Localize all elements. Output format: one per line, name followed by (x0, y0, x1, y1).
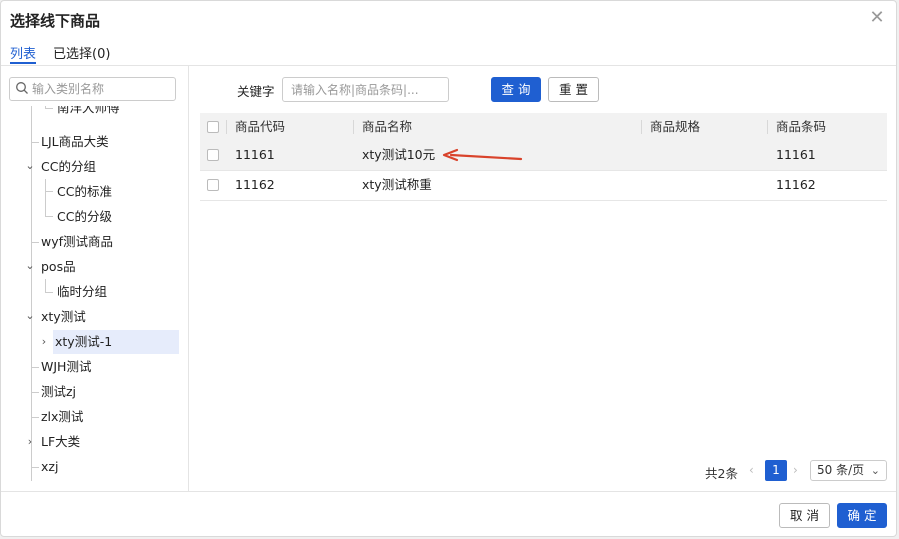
tree-guide-line (45, 108, 53, 109)
table-header: 商品代码 商品名称 商品规格 商品条码 (200, 113, 887, 141)
tree-node-cc-group[interactable]: CC的分组 (41, 155, 96, 179)
tree-guide-line (31, 467, 39, 468)
select-offline-goods-dialog: 选择线下商品 ✕ 列表 已选择(0) 输入类别名称 南洋大师傅 LJL商品大类 … (0, 0, 897, 537)
tree-node-zj[interactable]: 测试zj (41, 380, 76, 404)
row-checkbox[interactable] (207, 179, 219, 191)
tree-node-wjh[interactable]: WJH测试 (41, 355, 91, 379)
tree-node-temp-group[interactable]: 临时分组 (57, 280, 107, 304)
tree-node-xty-1-label: xty测试-1 (55, 334, 113, 349)
tab-list[interactable]: 列表 (10, 43, 37, 64)
tree-node-nanyang[interactable]: 南洋大师傅 (57, 106, 120, 120)
tree-node-xty-1[interactable]: xty测试-1 (53, 330, 179, 354)
column-divider (641, 120, 642, 134)
cell-barcode: 11162 (776, 177, 816, 192)
chevron-down-icon: ⌄ (870, 464, 880, 477)
search-button[interactable]: 查 询 (491, 77, 541, 102)
header-spec: 商品规格 (650, 119, 701, 134)
goods-table: 商品代码 商品名称 商品规格 商品条码 11161 xty测试10元 11161… (200, 113, 887, 201)
search-icon (16, 82, 28, 94)
cancel-button[interactable]: 取 消 (779, 503, 830, 528)
tab-selected[interactable]: 已选择(0) (53, 43, 110, 62)
tree-node-lf[interactable]: LF大类 (41, 430, 80, 454)
select-all-checkbox[interactable] (207, 121, 219, 133)
column-divider (226, 120, 227, 134)
header-barcode: 商品条码 (776, 119, 827, 134)
tree-node-ljl[interactable]: LJL商品大类 (41, 130, 109, 154)
tree-node-cc-grade[interactable]: CC的分级 (57, 205, 112, 229)
chevron-right-icon[interactable]: › (25, 436, 35, 447)
cell-name: xty测试10元 (362, 147, 436, 162)
dialog-title: 选择线下商品 (10, 12, 101, 30)
tree-node-xzj[interactable]: xzj (41, 455, 58, 479)
table-row[interactable]: 11161 xty测试10元 11161 (200, 141, 887, 171)
cell-barcode: 11161 (776, 147, 816, 162)
pagination-total: 共2条 (705, 466, 738, 481)
chevron-left-icon[interactable]: ‹ (749, 463, 754, 477)
category-sidebar: 南洋大师傅 LJL商品大类 ⌄ CC的分组 CC的标准 CC的分级 wyf测试商… (1, 66, 189, 491)
tab-bar: 列表 已选择(0) (1, 43, 896, 66)
keyword-label: 关键字 (237, 84, 275, 99)
header-name: 商品名称 (362, 119, 413, 134)
table-row[interactable]: 11162 xty测试称重 11162 (200, 171, 887, 201)
chevron-down-icon[interactable]: ⌄ (25, 260, 35, 271)
row-checkbox[interactable] (207, 149, 219, 161)
header-code: 商品代码 (235, 119, 286, 134)
tree-guide-line (31, 142, 39, 143)
category-search[interactable] (9, 77, 176, 101)
category-tree: 南洋大师傅 LJL商品大类 ⌄ CC的分组 CC的标准 CC的分级 wyf测试商… (1, 106, 188, 491)
tree-guide-line (45, 216, 53, 217)
page-size-select[interactable]: 50 条/页 ⌄ (810, 460, 887, 481)
category-search-input[interactable] (32, 80, 172, 98)
confirm-button[interactable]: 确 定 (837, 503, 887, 528)
tree-node-wyf[interactable]: wyf测试商品 (41, 230, 113, 254)
column-divider (353, 120, 354, 134)
close-icon[interactable]: ✕ (868, 9, 886, 27)
chevron-right-icon[interactable]: › (793, 463, 798, 477)
tree-guide-line (45, 191, 53, 192)
reset-button[interactable]: 重 置 (548, 77, 599, 102)
cell-code: 11162 (235, 177, 275, 192)
tree-node-xty[interactable]: xty测试 (41, 305, 86, 329)
tree-guide-line (31, 367, 39, 368)
tree-guide-line (45, 179, 46, 216)
tree-node-cc-standard[interactable]: CC的标准 (57, 180, 112, 204)
column-divider (767, 120, 768, 134)
keyword-input[interactable] (282, 77, 449, 102)
page-number-button[interactable]: 1 (765, 460, 787, 481)
tree-guide-line (45, 279, 46, 292)
page-size-value: 50 条/页 (817, 463, 865, 477)
cell-code: 11161 (235, 147, 275, 162)
tree-guide-line (31, 417, 39, 418)
tree-node-zlx[interactable]: zlx测试 (41, 405, 83, 429)
chevron-down-icon[interactable]: ⌄ (25, 160, 35, 171)
tree-guide-line (31, 392, 39, 393)
chevron-right-icon[interactable]: › (39, 336, 49, 347)
tree-node-pos[interactable]: pos品 (41, 255, 76, 279)
footer-divider (1, 491, 896, 492)
tree-guide-line (45, 292, 53, 293)
cell-name: xty测试称重 (362, 177, 432, 192)
chevron-down-icon[interactable]: ⌄ (25, 310, 35, 321)
tree-guide-line (31, 242, 39, 243)
